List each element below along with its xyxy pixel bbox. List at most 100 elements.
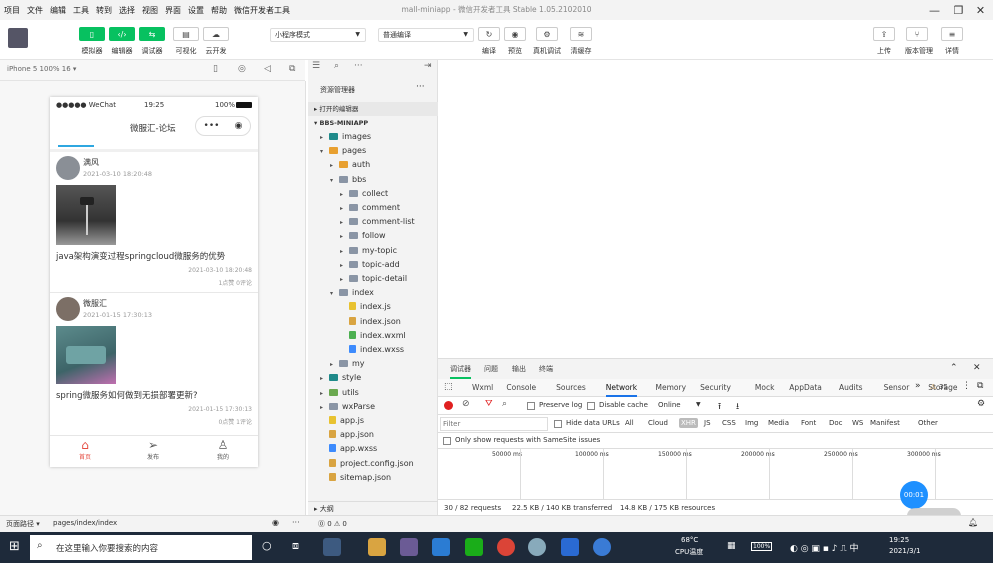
tree-item[interactable]: ▸ utils [320, 386, 359, 400]
devtools-tab-memory[interactable]: Memory [656, 379, 687, 397]
visual-toggle[interactable]: ▤ [173, 27, 199, 41]
wechat-devtools-icon[interactable] [465, 538, 483, 556]
upload-button[interactable]: ⇪ [873, 27, 895, 41]
dock-icon[interactable]: ⧉ [977, 381, 983, 391]
cloud-toggle[interactable]: ☁ [203, 27, 229, 41]
timer-badge[interactable]: 00:01 [900, 481, 928, 509]
more-icon[interactable]: ··· [416, 82, 425, 92]
debugger-toggle[interactable]: ⇆ [139, 27, 165, 41]
tab-publish[interactable]: ➢ 发布 [138, 438, 168, 461]
windows-start-icon[interactable]: ⊞ [9, 539, 20, 554]
tree-item[interactable]: ▸ comment-list [340, 215, 415, 229]
details-button[interactable]: ≡ [941, 27, 963, 41]
app-icon[interactable] [593, 538, 611, 556]
close-icon[interactable]: ✕ [968, 0, 993, 20]
minimize-icon[interactable]: — [922, 0, 947, 20]
mode-select[interactable]: 小程序模式 ▼ [270, 28, 366, 42]
close-icon[interactable]: ✕ [973, 363, 981, 373]
app-icon[interactable] [323, 538, 341, 556]
compile-button[interactable]: ↻ [478, 27, 500, 41]
tree-item[interactable]: ▸ my [330, 357, 365, 371]
clear-cache-button[interactable]: ≋ [570, 27, 592, 41]
gear-icon[interactable]: ⚙ [977, 399, 985, 409]
cortana-icon[interactable]: ○ [262, 539, 272, 552]
tree-item[interactable]: ▸ auth [330, 158, 370, 172]
download-icon[interactable]: ⭳ [736, 399, 739, 415]
clear-icon[interactable]: ⊘ [462, 399, 470, 409]
filter-type[interactable]: CSS [720, 418, 738, 428]
record-icon[interactable]: ◎ [238, 64, 246, 74]
open-editors-section[interactable]: ▸ 打开的编辑器 [308, 102, 438, 116]
devtools-tab-security[interactable]: Security [700, 379, 731, 397]
post-image[interactable] [56, 185, 116, 245]
tray-icon[interactable]: ▦ [727, 541, 736, 551]
devtools-tab-sensor[interactable]: Sensor [884, 379, 910, 397]
more-icon[interactable]: ··· [292, 518, 300, 527]
upload-icon[interactable]: ⭱ [718, 399, 721, 415]
version-button[interactable]: ⑂ [906, 27, 928, 41]
collapse-icon[interactable]: ⇥ [424, 61, 432, 71]
filter-type[interactable]: Manifest [868, 418, 902, 428]
menu-item[interactable]: 项目 [0, 5, 23, 16]
post-title[interactable]: spring微服务如何做到无损部署更新? [56, 389, 197, 401]
tree-item[interactable]: ▸ images [320, 130, 371, 144]
tree-item[interactable]: ▸ style [320, 371, 361, 385]
filter-type[interactable]: Doc [827, 418, 845, 428]
tree-item[interactable]: ▸ topic-detail [340, 272, 407, 286]
tree-item[interactable]: ▸ comment [340, 201, 400, 215]
tree-item[interactable]: app.wxss [320, 442, 377, 456]
devtools-tab-console[interactable]: Console [506, 379, 536, 397]
menu-item[interactable]: 设置 [184, 5, 207, 16]
taskbar-search[interactable]: ⌕ 在这里输入你要搜索的内容 [30, 535, 252, 560]
folder-app-icon[interactable] [368, 538, 386, 556]
simulator-toggle[interactable]: ▯ [79, 27, 105, 41]
tab-mine[interactable]: ♙ 我的 [208, 438, 238, 461]
menu-item[interactable]: 帮助 [207, 5, 230, 16]
menu-item[interactable]: 选择 [115, 5, 138, 16]
clock-time[interactable]: 19:25 [889, 536, 909, 544]
tree-item[interactable]: sitemap.json [320, 471, 391, 485]
filter-type[interactable]: JS [702, 418, 713, 428]
post-card[interactable]: 微服汇 2021-01-15 17:30:13 spring微服务如何做到无损部… [50, 294, 258, 429]
compile-select[interactable]: 普通编译 ▼ [378, 28, 474, 42]
close-circle-icon[interactable]: ◉ [235, 121, 243, 131]
filter-input[interactable] [440, 417, 548, 431]
devtools-tab-storage[interactable]: Storage [928, 379, 957, 397]
tree-item[interactable]: index.js [340, 300, 391, 314]
tab-terminal[interactable]: 终端 [539, 359, 553, 379]
filter-type[interactable]: Other [916, 418, 940, 428]
inspect-icon[interactable]: ⬚ [444, 382, 453, 392]
devtools-tab-mock[interactable]: Mock [755, 379, 775, 397]
filter-type[interactable]: Cloud [646, 418, 670, 428]
clock-date[interactable]: 2021/3/1 [889, 547, 920, 555]
chevron-up-icon[interactable]: ⌃ [950, 363, 958, 373]
phone-icon[interactable]: ▯ [213, 64, 218, 74]
devtools-tab-network[interactable]: Network [605, 379, 638, 397]
battery-indicator[interactable]: 100% [751, 542, 773, 551]
tree-item[interactable]: app.js [320, 414, 364, 428]
word-icon[interactable] [561, 538, 579, 556]
app-icon[interactable] [400, 538, 418, 556]
search-icon[interactable]: ⌕ [502, 399, 507, 409]
hide-data-urls-checkbox[interactable] [554, 420, 562, 428]
post-title[interactable]: java架构演变过程springcloud微服务的优势 [56, 250, 225, 262]
menu-item[interactable]: 转到 [92, 5, 115, 16]
tree-item[interactable]: ▾ pages [320, 144, 366, 158]
avatar[interactable] [8, 28, 28, 48]
filter-type[interactable]: WS [850, 418, 865, 428]
menu-item[interactable]: 文件 [23, 5, 46, 16]
tree-item[interactable]: index.wxml [340, 329, 406, 343]
popout-icon[interactable]: ⧉ [289, 64, 295, 74]
samesite-checkbox[interactable] [443, 437, 451, 445]
preview-button[interactable]: ◉ [504, 27, 526, 41]
post-image[interactable] [56, 326, 116, 384]
disable-cache-checkbox[interactable] [587, 402, 595, 410]
record-button[interactable] [444, 401, 453, 410]
search-icon[interactable]: ⌕ [334, 61, 339, 71]
menu-item[interactable]: 编辑 [46, 5, 69, 16]
tab-home[interactable]: ⌂ 首页 [70, 438, 100, 461]
tab-output[interactable]: 输出 [512, 359, 526, 379]
chevron-down-icon[interactable]: ▼ [696, 401, 701, 408]
devtools-tab-audits[interactable]: Audits [839, 379, 863, 397]
menu-item[interactable]: 视图 [138, 5, 161, 16]
